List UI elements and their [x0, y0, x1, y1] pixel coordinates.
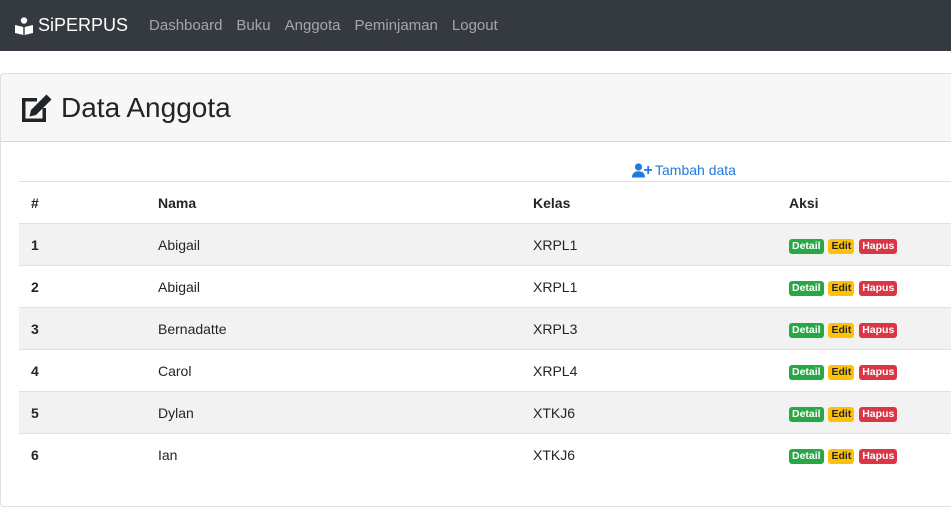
detail-button[interactable]: Detail — [789, 364, 824, 380]
nav-dashboard[interactable]: Dashboard — [149, 17, 222, 34]
col-header-nama: Nama — [158, 181, 533, 224]
user-plus-icon — [632, 162, 653, 178]
table-row: 3 Bernadatte XRPL3 Detail Edit Hapus — [19, 307, 951, 350]
hapus-button[interactable]: Hapus — [859, 448, 898, 464]
hapus-button[interactable]: Hapus — [859, 322, 898, 338]
row-kelas: XRPL3 — [533, 307, 789, 350]
card-header: Data Anggota — [1, 74, 951, 142]
row-nama: Carol — [158, 349, 533, 392]
navbar: SiPERPUS Dashboard Buku Anggota Peminjam… — [0, 0, 951, 51]
nav-buku[interactable]: Buku — [236, 17, 270, 34]
table-row: 6 Ian XTKJ6 Detail Edit Hapus — [19, 433, 951, 476]
row-number: 4 — [19, 349, 158, 392]
edit-button[interactable]: Edit — [828, 238, 855, 254]
members-table: # Nama Kelas Aksi 1 Abigail XRPL1 Detail… — [19, 181, 951, 476]
row-nama: Dylan — [158, 391, 533, 434]
brand-link[interactable]: SiPERPUS — [14, 15, 128, 36]
table-row: 4 Carol XRPL4 Detail Edit Hapus — [19, 349, 951, 392]
brand-name: SiPERPUS — [38, 15, 129, 35]
row-nama: Ian — [158, 433, 533, 476]
hapus-button[interactable]: Hapus — [859, 238, 898, 254]
row-number: 3 — [19, 307, 158, 350]
row-nama: Bernadatte — [158, 307, 533, 350]
row-nama: Abigail — [158, 265, 533, 308]
row-actions: Detail Edit Hapus — [789, 391, 951, 434]
detail-button[interactable]: Detail — [789, 448, 824, 464]
row-actions: Detail Edit Hapus — [789, 223, 951, 266]
detail-button[interactable]: Detail — [789, 322, 824, 338]
edit-button[interactable]: Edit — [828, 406, 855, 422]
row-number: 6 — [19, 433, 158, 476]
table-header-row: # Nama Kelas Aksi — [19, 181, 951, 224]
detail-button[interactable]: Detail — [789, 280, 824, 296]
row-actions: Detail Edit Hapus — [789, 433, 951, 476]
col-header-number: # — [19, 181, 158, 224]
edit-button[interactable]: Edit — [828, 280, 855, 296]
add-member-button[interactable]: Tambah data — [632, 162, 736, 178]
row-kelas: XTKJ6 — [533, 433, 789, 476]
row-number: 5 — [19, 391, 158, 434]
row-kelas: XRPL1 — [533, 223, 789, 266]
members-card: Data Anggota Tambah data # Nama Kelas Ak… — [0, 73, 951, 507]
hapus-button[interactable]: Hapus — [859, 364, 898, 380]
page-title: Data Anggota — [19, 92, 231, 124]
row-actions: Detail Edit Hapus — [789, 265, 951, 308]
nav-logout[interactable]: Logout — [452, 17, 498, 34]
nav-anggota[interactable]: Anggota — [285, 17, 341, 34]
row-kelas: XTKJ6 — [533, 391, 789, 434]
nav-peminjaman[interactable]: Peminjaman — [355, 17, 438, 34]
edit-button[interactable]: Edit — [828, 322, 855, 338]
table-row: 1 Abigail XRPL1 Detail Edit Hapus — [19, 223, 951, 266]
edit-icon — [19, 93, 53, 123]
row-actions: Detail Edit Hapus — [789, 349, 951, 392]
page-title-text: Data Anggota — [61, 91, 231, 123]
book-reader-icon — [14, 16, 34, 35]
detail-button[interactable]: Detail — [789, 238, 824, 254]
edit-button[interactable]: Edit — [828, 364, 855, 380]
col-header-kelas: Kelas — [533, 181, 789, 224]
hapus-button[interactable]: Hapus — [859, 406, 898, 422]
row-number: 2 — [19, 265, 158, 308]
row-nama: Abigail — [158, 223, 533, 266]
table-row: 2 Abigail XRPL1 Detail Edit Hapus — [19, 265, 951, 308]
table-row: 5 Dylan XTKJ6 Detail Edit Hapus — [19, 391, 951, 434]
row-kelas: XRPL4 — [533, 349, 789, 392]
col-header-aksi: Aksi — [789, 181, 951, 224]
detail-button[interactable]: Detail — [789, 406, 824, 422]
row-kelas: XRPL1 — [533, 265, 789, 308]
edit-button[interactable]: Edit — [828, 448, 855, 464]
add-member-label: Tambah data — [655, 162, 736, 178]
row-actions: Detail Edit Hapus — [789, 307, 951, 350]
hapus-button[interactable]: Hapus — [859, 280, 898, 296]
row-number: 1 — [19, 223, 158, 266]
